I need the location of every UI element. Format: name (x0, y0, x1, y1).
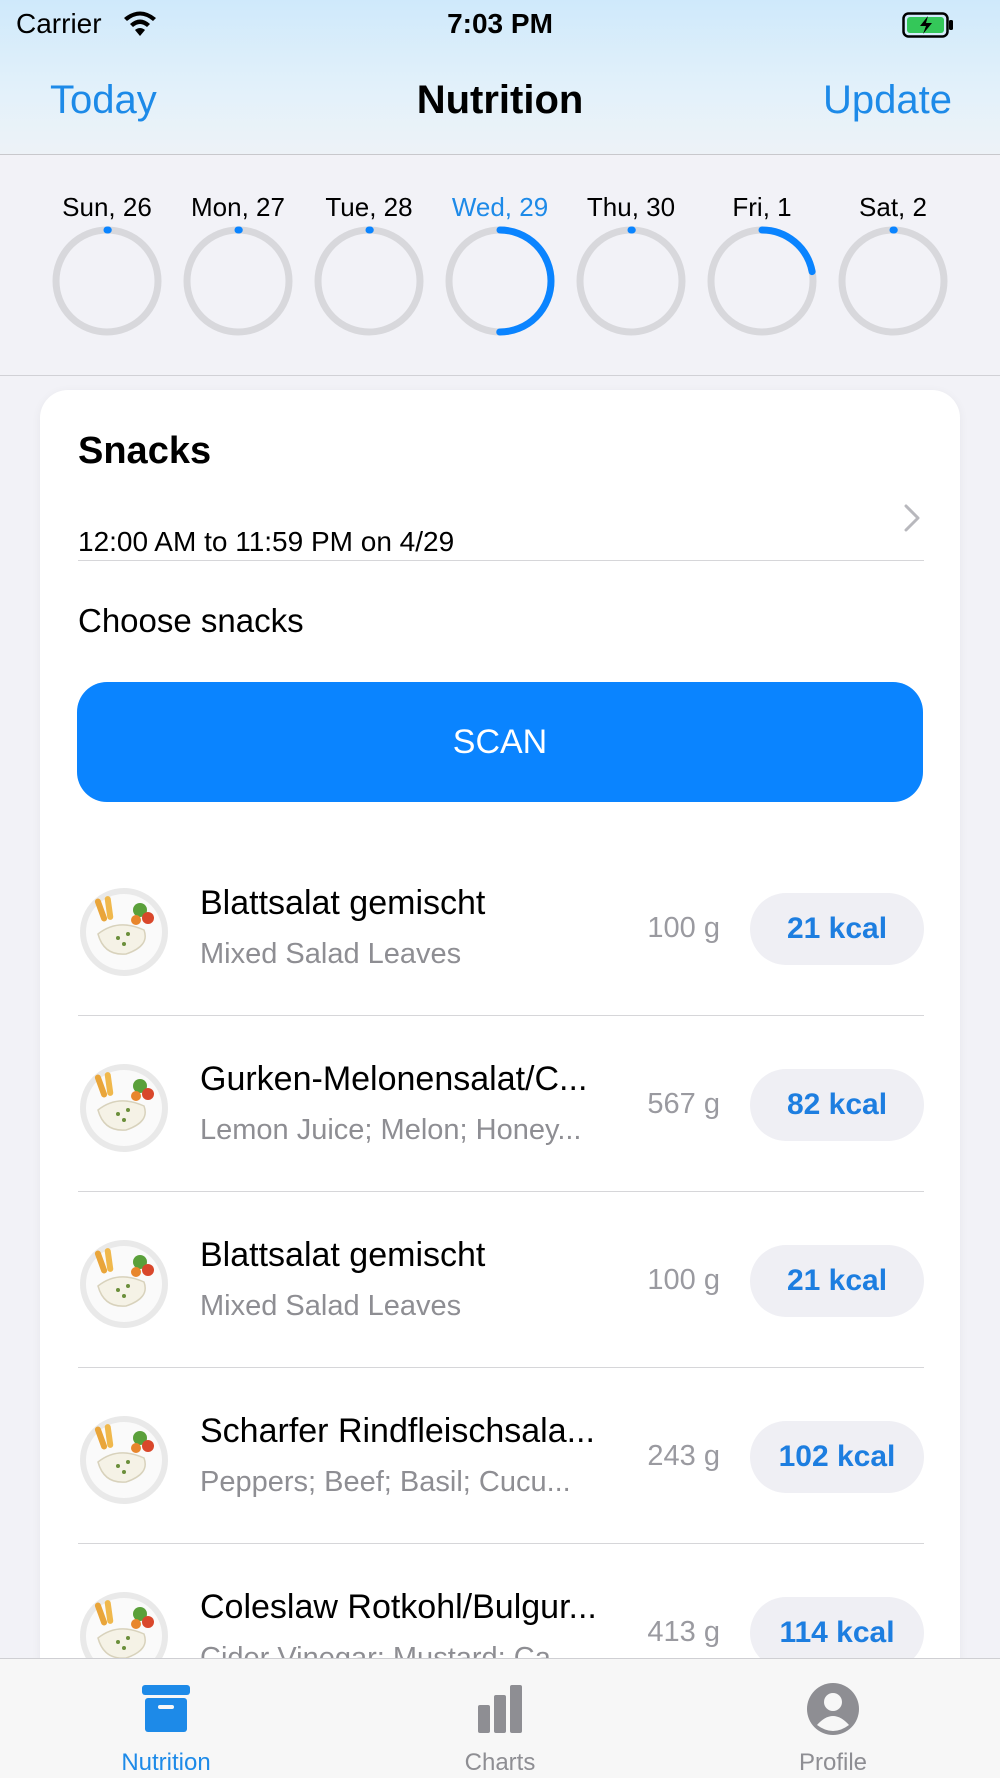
day-5[interactable]: Fri, 1 (702, 192, 822, 342)
meal-title: Snacks (78, 430, 212, 472)
progress-ring (445, 226, 555, 336)
progress-ring (576, 226, 686, 336)
divider (78, 1367, 924, 1368)
food-name: Scharfer Rindfleischsala... (200, 1412, 595, 1450)
day-label: Wed, 29 (451, 192, 549, 222)
day-4[interactable]: Thu, 30 (571, 192, 691, 342)
food-image (80, 888, 168, 976)
day-6[interactable]: Sat, 2 (833, 192, 953, 342)
food-ingredients: Peppers; Beef; Basil; Cucu... (200, 1466, 571, 1498)
divider (78, 560, 924, 561)
day-0[interactable]: Sun, 26 (47, 192, 167, 342)
divider (78, 1015, 924, 1016)
day-2[interactable]: Tue, 28 (309, 192, 429, 342)
person-circle-icon (807, 1683, 859, 1735)
meal-card: Snacks 12:00 AM to 11:59 PM on 4/29 Choo… (40, 390, 960, 1778)
kcal-badge: 82 kcal (750, 1069, 924, 1141)
food-weight: 243 g (647, 1440, 720, 1472)
food-image (80, 1240, 168, 1328)
battery-charging-icon (902, 12, 953, 38)
day-3[interactable]: Wed, 29 (440, 192, 560, 342)
kcal-badge: 21 kcal (750, 893, 924, 965)
food-name: Coleslaw Rotkohl/Bulgur... (200, 1588, 597, 1626)
food-image (80, 1064, 168, 1152)
divider (78, 1191, 924, 1192)
tab-charts[interactable]: Charts (400, 1659, 600, 1778)
food-row[interactable]: Scharfer Rindfleischsala... Peppers; Beef… (78, 1370, 924, 1544)
food-weight: 100 g (647, 1264, 720, 1296)
week-selector: Sun, 26 Mon, 27 Tue, 28 Wed, 29 Thu, 30 Fri, … (0, 156, 1000, 376)
food-weight: 413 g (647, 1616, 720, 1648)
status-time: 7:03 PM (447, 8, 553, 39)
tab-nutrition[interactable]: Nutrition (66, 1659, 266, 1778)
tab-profile[interactable]: Profile (733, 1659, 933, 1778)
progress-ring (183, 226, 293, 336)
food-image (80, 1416, 168, 1504)
day-label: Sat, 2 (859, 192, 927, 222)
progress-ring (707, 226, 817, 336)
meal-header[interactable]: Snacks 12:00 AM to 11:59 PM on 4/29 (78, 430, 922, 560)
day-label: Fri, 1 (732, 192, 792, 222)
update-button[interactable]: Update (823, 78, 952, 123)
food-weight: 100 g (647, 912, 720, 944)
tab-label: Profile (798, 1749, 868, 1776)
food-row[interactable]: Blattsalat gemischt Mixed Salad Leaves 100… (78, 1194, 924, 1368)
header: Carrier 7:03 PM Today Nutrition Update (0, 0, 1000, 155)
food-weight: 567 g (647, 1088, 720, 1120)
food-name: Blattsalat gemischt (200, 1236, 486, 1274)
progress-ring (314, 226, 424, 336)
food-name: Blattsalat gemischt (200, 884, 486, 922)
food-row[interactable]: Gurken-Melonensalat/C... Lemon Juice; Mel… (78, 1018, 924, 1192)
food-name: Gurken-Melonensalat/C... (200, 1060, 588, 1098)
tab-bar: Nutrition Charts Profile (0, 1658, 1000, 1778)
progress-ring (838, 226, 948, 336)
food-ingredients: Mixed Salad Leaves (200, 938, 462, 970)
divider (78, 1543, 924, 1544)
archive-box-icon (142, 1685, 190, 1732)
choose-label: Choose snacks (78, 602, 304, 639)
bar-chart-icon (478, 1685, 522, 1733)
progress-ring (52, 226, 162, 336)
kcal-badge: 21 kcal (750, 1245, 924, 1317)
status-bar: Carrier 7:03 PM (0, 0, 1000, 50)
day-label: Tue, 28 (325, 192, 413, 222)
food-row[interactable]: Blattsalat gemischt Mixed Salad Leaves 100… (78, 842, 924, 1016)
day-1[interactable]: Mon, 27 (178, 192, 298, 342)
chevron-right-icon (904, 504, 920, 532)
tab-label: Charts (464, 1749, 536, 1776)
food-ingredients: Mixed Salad Leaves (200, 1290, 462, 1322)
day-label: Thu, 30 (586, 192, 676, 222)
day-label: Mon, 27 (191, 192, 285, 222)
scan-button[interactable]: SCAN (77, 682, 923, 802)
food-ingredients: Lemon Juice; Melon; Honey... (200, 1114, 582, 1146)
kcal-badge: 102 kcal (750, 1421, 924, 1493)
day-label: Sun, 26 (62, 192, 152, 222)
meal-time-range: 12:00 AM to 11:59 PM on 4/29 (78, 526, 455, 557)
tab-label: Nutrition (121, 1749, 211, 1776)
